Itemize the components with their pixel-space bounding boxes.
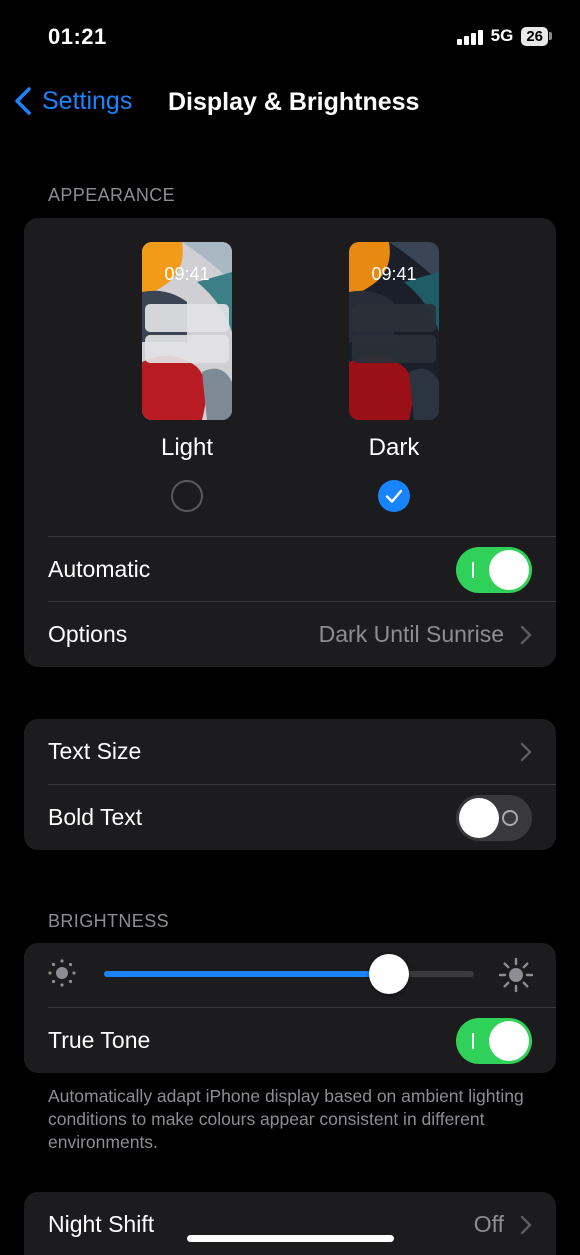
battery-level: 26 bbox=[521, 26, 548, 46]
back-button[interactable]: Settings bbox=[12, 86, 132, 116]
sun-small-icon bbox=[48, 959, 76, 987]
light-mode-label: Light bbox=[160, 434, 214, 461]
chevron-left-icon bbox=[15, 87, 31, 115]
navigation-bar: Settings Display & Brightness bbox=[0, 74, 580, 134]
chevron-right-icon bbox=[520, 625, 532, 644]
automatic-label: Automatic bbox=[48, 556, 151, 582]
bold-text-label: Bold Text bbox=[48, 804, 143, 830]
night-shift-group: Night Shift Off bbox=[24, 1192, 556, 1255]
automatic-row: Automatic bbox=[24, 537, 556, 602]
home-indicator[interactable] bbox=[187, 1235, 394, 1242]
dark-mode-radio[interactable] bbox=[378, 480, 410, 512]
options-value: Dark Until Sunrise bbox=[318, 621, 504, 647]
brightness-slider[interactable] bbox=[104, 954, 474, 994]
dark-mode-preview[interactable]: 09:41 bbox=[349, 242, 439, 420]
text-size-label: Text Size bbox=[48, 738, 142, 764]
cellular-signal-icon bbox=[456, 27, 483, 45]
night-shift-row[interactable]: Night Shift Off bbox=[24, 1192, 556, 1255]
true-tone-toggle[interactable] bbox=[456, 1017, 532, 1064]
network-type: 5G bbox=[490, 26, 514, 45]
true-tone-footnote: Automatically adapt iPhone display based… bbox=[48, 1086, 524, 1152]
true-tone-row: True Tone bbox=[24, 1008, 556, 1073]
text-group: Text Size Bold Text bbox=[24, 719, 556, 850]
appearance-header: APPEARANCE bbox=[48, 185, 176, 205]
checkmark-icon bbox=[385, 489, 403, 503]
night-shift-label: Night Shift bbox=[48, 1211, 155, 1237]
status-bar: 01:21 5G 26 bbox=[0, 0, 580, 74]
options-row[interactable]: Options Dark Until Sunrise bbox=[24, 602, 556, 667]
brightness-slider-thumb[interactable] bbox=[368, 954, 409, 994]
dark-preview-time: 09:41 bbox=[371, 264, 417, 284]
bold-text-toggle[interactable] bbox=[456, 794, 532, 841]
text-size-row[interactable]: Text Size bbox=[24, 719, 556, 784]
status-indicators: 5G 26 bbox=[456, 26, 552, 46]
brightness-header: BRIGHTNESS bbox=[48, 911, 170, 931]
options-label: Options bbox=[48, 621, 128, 647]
true-tone-label: True Tone bbox=[48, 1027, 151, 1053]
back-label: Settings bbox=[42, 86, 133, 115]
night-shift-value: Off bbox=[473, 1211, 504, 1237]
automatic-toggle[interactable] bbox=[456, 546, 532, 593]
chevron-right-icon bbox=[520, 742, 532, 761]
chevron-right-icon bbox=[520, 1215, 532, 1234]
brightness-group: True Tone bbox=[24, 943, 556, 1073]
dark-mode-label: Dark bbox=[368, 434, 420, 461]
light-preview-time: 09:41 bbox=[164, 264, 210, 284]
light-mode-preview[interactable]: 09:41 bbox=[142, 242, 232, 420]
light-mode-radio[interactable] bbox=[171, 480, 203, 512]
status-time: 01:21 bbox=[48, 24, 107, 49]
battery-icon: 26 bbox=[521, 26, 552, 46]
sun-large-icon bbox=[498, 957, 534, 993]
brightness-slider-fill bbox=[104, 971, 389, 977]
appearance-group: 09:41 Light 09:41 Dark Automatic Options… bbox=[24, 218, 556, 667]
bold-text-row: Bold Text bbox=[24, 785, 556, 850]
page-title: Display & Brightness bbox=[168, 88, 420, 116]
